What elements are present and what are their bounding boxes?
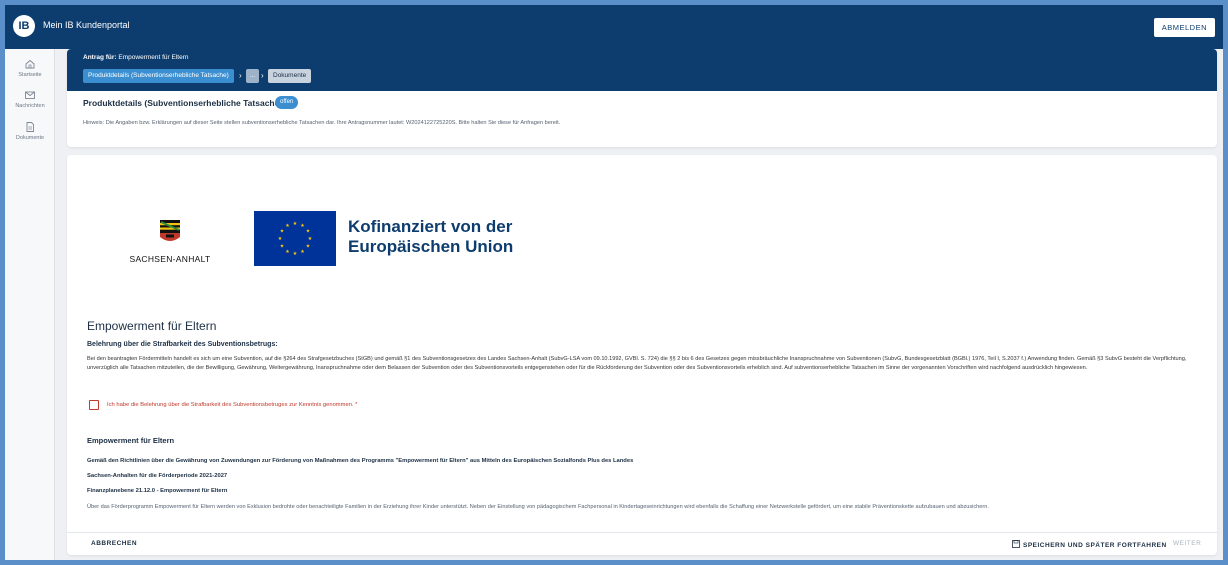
belehrung-text: Bei den beantragten Fördermitteln handel… [87, 356, 1187, 371]
eu-text-line-1: Kofinanziert von der [348, 217, 513, 236]
eu-flag: ★ ★ ★ ★ ★ ★ ★ ★ ★ ★ ★ ★ [254, 211, 336, 266]
page-subtitle: Produktdetails (Subventionserhebliche Ta… [83, 98, 283, 108]
eu-stars-icon: ★ ★★ ★★★ ★★★ ★★★ [278, 221, 313, 257]
sachsen-anhalt-label: SACHSEN-ANHALT [129, 254, 211, 264]
svg-text:★: ★ [306, 244, 311, 250]
acknowledgement-checkbox[interactable] [89, 400, 99, 410]
antrag-prefix: Antrag für: [83, 54, 117, 61]
empowerment-heading: Empowerment für Eltern [87, 436, 175, 445]
sidebar-item-label: Nachrichten [15, 103, 45, 109]
logout-button[interactable]: ABMELDEN [1153, 18, 1215, 37]
home-icon [25, 59, 35, 69]
svg-text:★: ★ [280, 229, 285, 235]
svg-text:★: ★ [293, 221, 298, 227]
belehrung-heading: Belehrung über die Strafbarkeit des Subv… [87, 341, 278, 348]
svg-text:★: ★ [308, 236, 313, 242]
chevron-right-icon: › [239, 71, 242, 80]
svg-text:★: ★ [285, 223, 290, 229]
sachsen-anhalt-logo: SACHSEN-ANHALT [115, 219, 225, 264]
sidebar-item-nachrichten[interactable]: Nachrichten [5, 89, 55, 109]
mail-icon [25, 91, 35, 99]
eu-cofinanced-text: Kofinanziert von der Europäischen Union [348, 217, 568, 257]
hint-text: Hinweis: Die Angaben bzw. Erklärungen au… [83, 120, 561, 126]
svg-text:★: ★ [300, 223, 305, 229]
cancel-button[interactable]: ABBRECHEN [91, 540, 137, 547]
svg-text:★: ★ [293, 251, 298, 257]
svg-text:★: ★ [306, 229, 311, 235]
info-line: Finanzplanebene 21.12.0 - Empowerment fü… [87, 488, 228, 494]
header-card: Antrag für: Empowerment für Eltern Produ… [67, 49, 1217, 147]
save-later-label: SPEICHERN UND SPÄTER FORTFAHREN [1023, 542, 1167, 549]
svg-text:★: ★ [278, 236, 283, 242]
breadcrumb-produktdetails[interactable]: Produktdetails (Subventionserhebliche Ta… [83, 69, 234, 83]
app-frame: IB Mein IB Kundenportal ABMELDEN Startse… [5, 5, 1223, 560]
svg-text:★: ★ [285, 249, 290, 255]
sidebar: Startseite Nachrichten Dokumente [5, 49, 55, 560]
document-icon [26, 122, 34, 132]
eu-text-line-2: Europäischen Union [348, 237, 514, 256]
svg-text:★: ★ [300, 249, 305, 255]
breadcrumb-dokumente[interactable]: Dokumente [268, 69, 312, 83]
status-badge: offen [275, 96, 299, 109]
program-description: Über das Förderprogramm Empowerment für … [87, 504, 989, 510]
acknowledgement-label[interactable]: Ich habe die Belehrung über die Strafbar… [107, 402, 357, 408]
sidebar-item-startseite[interactable]: Startseite [5, 58, 55, 78]
sidebar-item-dokumente[interactable]: Dokumente [5, 121, 55, 141]
info-line: Gemäß den Richtlinien über die Gewährung… [87, 458, 634, 464]
ib-logo: IB [13, 15, 35, 37]
antrag-name: Empowerment für Eltern [118, 54, 189, 61]
save-later-button[interactable]: SPEICHERN UND SPÄTER FORTFAHREN [1012, 540, 1167, 549]
antrag-line: Antrag für: Empowerment für Eltern [83, 54, 189, 61]
save-icon [1012, 540, 1020, 548]
form-footer: ABBRECHEN SPEICHERN UND SPÄTER FORTFAHRE… [67, 532, 1217, 555]
info-line: Sachsen-Anhalten für die Förderperiode 2… [87, 473, 228, 479]
header-banner: Antrag für: Empowerment für Eltern Produ… [67, 49, 1217, 91]
section-title: Empowerment für Eltern [87, 319, 217, 333]
sidebar-item-label: Dokumente [15, 135, 45, 141]
breadcrumb-ellipsis[interactable]: ... [246, 69, 260, 83]
sidebar-item-label: Startseite [18, 72, 42, 78]
coat-of-arms-icon [160, 220, 180, 241]
svg-text:★: ★ [280, 244, 285, 250]
chevron-right-icon: › [261, 71, 264, 80]
app-title: Mein IB Kundenportal [43, 20, 130, 30]
top-bar: IB Mein IB Kundenportal ABMELDEN [5, 5, 1223, 49]
next-button[interactable]: WEITER [1173, 540, 1201, 547]
main-card: SACHSEN-ANHALT ★ ★ ★ ★ ★ ★ ★ ★ ★ ★ ★ ★ Kofinanzi… [67, 155, 1217, 555]
